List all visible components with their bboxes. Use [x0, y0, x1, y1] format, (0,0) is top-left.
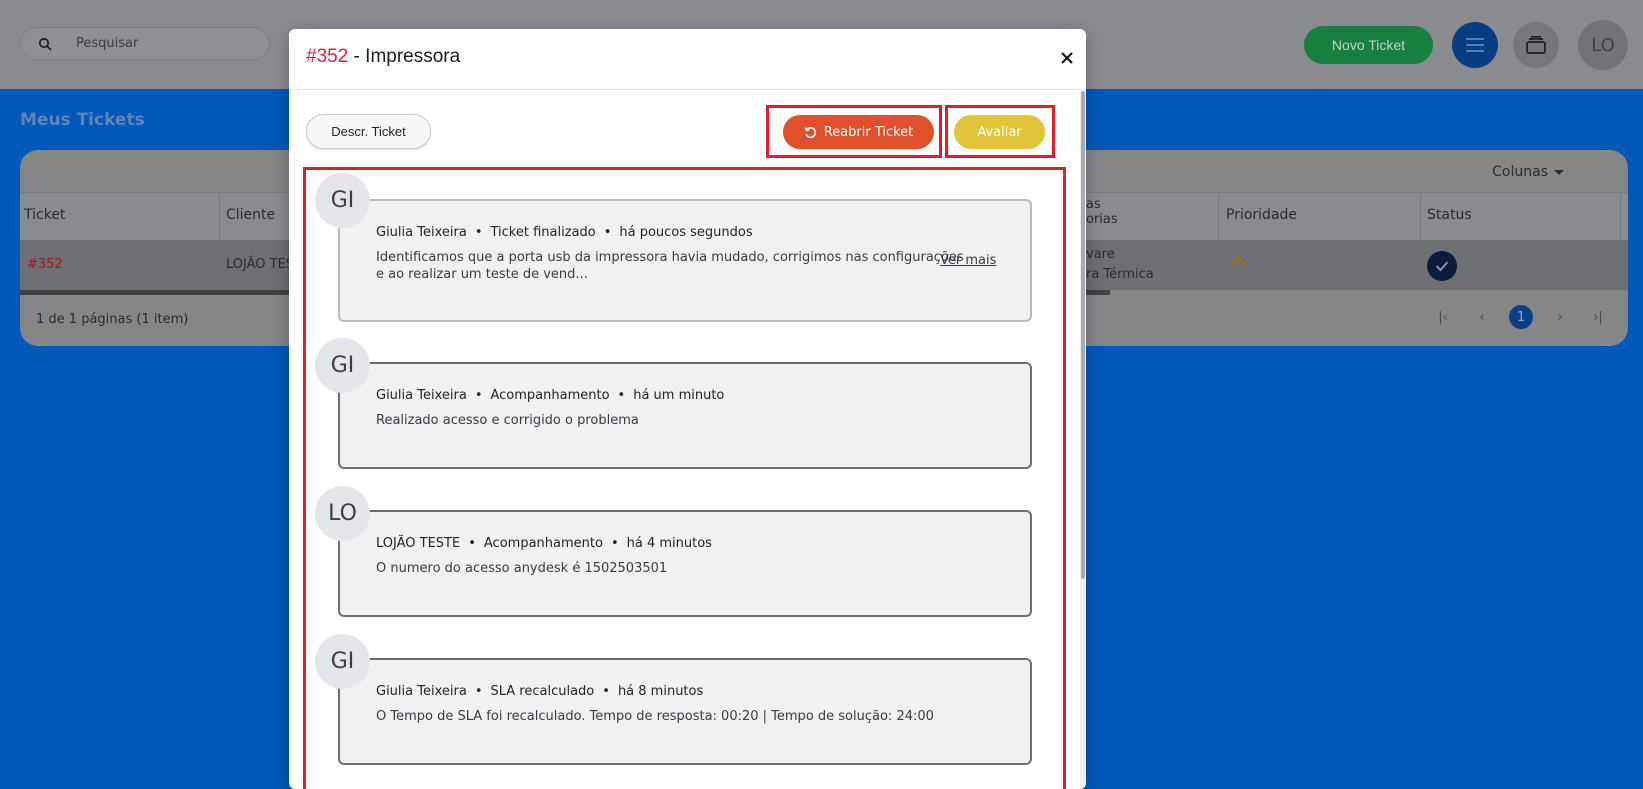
first-page-icon[interactable]: |‹: [1431, 305, 1455, 329]
entry-text-line: O numero do acesso anydesk é 1502503501: [376, 561, 668, 576]
stack-button[interactable]: [1513, 22, 1559, 68]
cell-categoria-line1: vare: [1086, 247, 1115, 262]
entry-type: Acompanhamento: [490, 388, 610, 403]
entry-time: há um minuto: [633, 388, 725, 403]
chevron-down-icon[interactable]: [1554, 170, 1564, 175]
header-cliente[interactable]: Cliente: [226, 207, 275, 223]
entry-author: Giulia Teixeira: [376, 388, 467, 403]
entry-time: há poucos segundos: [619, 225, 753, 240]
search-box[interactable]: Pesquisar: [20, 27, 270, 60]
header-prioridade[interactable]: Prioridade: [1226, 207, 1297, 223]
column-divider: [1420, 193, 1421, 241]
refresh-icon: [804, 126, 816, 138]
column-divider: [1620, 193, 1621, 241]
timeline-entry: Giulia Teixeira • Ticket finalizado • há pou…: [338, 199, 1032, 322]
entry-text-line: Identificamos que a porta usb da impress…: [376, 250, 964, 265]
timeline-entry: Giulia Teixeira • Acompanhamento • há um min…: [338, 362, 1032, 469]
entry-author: LOJÃO TESTE: [376, 536, 461, 551]
see-more-link[interactable]: Ver mais: [940, 253, 996, 268]
prev-page-icon[interactable]: ‹: [1470, 305, 1494, 329]
pagination-info: 1 de 1 páginas (1 item): [36, 312, 189, 327]
page-title: Meus Tickets: [20, 110, 145, 130]
reopen-ticket-button[interactable]: Reabrir Ticket: [783, 115, 934, 149]
rate-button[interactable]: Avaliar: [954, 115, 1045, 149]
chevron-up-icon: [1231, 256, 1247, 266]
entry-type: SLA recalculado: [490, 684, 595, 699]
close-icon: [1061, 52, 1073, 64]
user-avatar[interactable]: LO: [1578, 20, 1628, 70]
timeline-entry: Giulia Teixeira • SLA recalculado • há 8 min…: [338, 658, 1032, 765]
columns-toggle[interactable]: Colunas: [1492, 164, 1548, 180]
modal-scrollbar-thumb[interactable]: [1081, 91, 1085, 579]
describe-ticket-button[interactable]: Descr. Ticket: [306, 114, 431, 149]
entry-text-line: Realizado acesso e corrigido o problema: [376, 413, 639, 428]
next-page-icon[interactable]: ›: [1548, 305, 1572, 329]
hamburger-icon: [1466, 38, 1484, 52]
column-divider: [219, 193, 220, 241]
cell-cliente: LOJÃO TES: [226, 257, 295, 272]
last-page-icon[interactable]: ›|: [1586, 305, 1610, 329]
header-ticket[interactable]: Ticket: [24, 207, 65, 223]
ticket-number: #352: [306, 46, 349, 67]
entry-avatar: GI: [315, 173, 370, 228]
entry-text-line: O Tempo de SLA foi recalculado. Tempo de…: [376, 709, 934, 724]
entry-type: Ticket finalizado: [490, 225, 596, 240]
column-divider: [1218, 193, 1219, 241]
search-input[interactable]: Pesquisar: [76, 36, 138, 51]
entry-meta: Giulia Teixeira • SLA recalculado • há 8 min…: [376, 684, 704, 699]
ticket-modal: #352 - Impressora Descr. Ticket Reabrir …: [289, 29, 1086, 789]
header-categorias[interactable]: as orias: [1086, 197, 1118, 227]
stack-icon: [1526, 36, 1546, 54]
entry-meta: LOJÃO TESTE • Acompanhamento • há 4 minutos: [376, 536, 712, 551]
entry-avatar: LO: [315, 486, 370, 541]
entry-time: há 4 minutos: [626, 536, 712, 551]
ticket-title: - Impressora: [348, 46, 461, 67]
page-number-button[interactable]: 1: [1509, 305, 1533, 329]
check-icon: [1435, 261, 1449, 272]
entry-time: há 8 minutos: [617, 684, 704, 699]
new-ticket-button[interactable]: Novo Ticket: [1304, 26, 1433, 64]
entry-avatar: GI: [315, 634, 370, 689]
status-badge: [1427, 251, 1457, 281]
reopen-ticket-label: Reabrir Ticket: [823, 124, 914, 140]
menu-button[interactable]: [1452, 22, 1498, 68]
entry-text: Realizado acesso e corrigido o problema: [376, 412, 639, 429]
entry-text: O Tempo de SLA foi recalculado. Tempo de…: [376, 708, 934, 725]
cell-categoria-line2: ra Térmica: [1086, 267, 1154, 282]
close-button[interactable]: [1056, 47, 1078, 69]
search-icon: [38, 37, 52, 51]
entry-text: Identificamos que a porta usb da impress…: [376, 249, 964, 283]
entry-meta: Giulia Teixeira • Acompanhamento • há um min…: [376, 388, 725, 403]
entry-author: Giulia Teixeira: [376, 684, 467, 699]
modal-header: #352 - Impressora: [289, 29, 1086, 90]
header-status[interactable]: Status: [1427, 207, 1472, 223]
entry-text-line: e ao realizar um teste de vend...: [376, 267, 588, 282]
entry-meta: Giulia Teixeira • Ticket finalizado • há pou…: [376, 225, 753, 240]
entry-type: Acompanhamento: [483, 536, 603, 551]
entry-text: O numero do acesso anydesk é 1502503501: [376, 560, 667, 577]
entry-author: Giulia Teixeira: [376, 225, 467, 240]
modal-title: #352 - Impressora: [306, 46, 460, 68]
ticket-link[interactable]: #352: [27, 257, 63, 272]
entry-avatar: GI: [315, 338, 370, 393]
timeline-entry: LOJÃO TESTE • Acompanhamento • há 4 minutos …: [338, 510, 1032, 617]
